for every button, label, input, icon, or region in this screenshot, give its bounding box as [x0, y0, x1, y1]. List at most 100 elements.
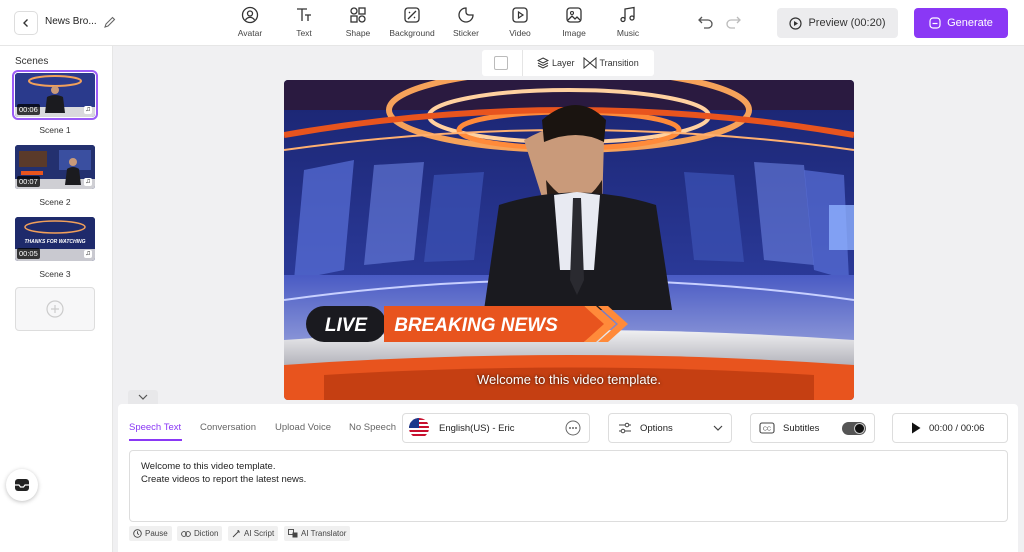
- diction-icon: [181, 530, 191, 537]
- scene-thumbnail-3[interactable]: THANKS FOR WATCHING 00:05 ♫: [15, 217, 95, 261]
- undo-icon[interactable]: [698, 15, 714, 29]
- toolbar-text[interactable]: Text: [276, 6, 332, 38]
- redo-icon[interactable]: [725, 15, 741, 29]
- playback-time: 00:00 / 00:06: [929, 422, 985, 434]
- top-bar: News Bro... Avatar Text Shape Background…: [0, 0, 1024, 46]
- diction-button[interactable]: Diction: [177, 526, 223, 541]
- voice-selector[interactable]: English(US) - Eric: [402, 413, 590, 443]
- scene-1-name: Scene 1: [39, 125, 71, 135]
- tab-conversation[interactable]: Conversation: [200, 422, 256, 433]
- toolbar-sticker-label: Sticker: [453, 28, 479, 38]
- chevron-down-icon: [713, 425, 723, 431]
- scene-3-thanks-text: THANKS FOR WATCHING: [24, 239, 85, 245]
- toolbar-avatar-label: Avatar: [237, 28, 263, 38]
- toolbar-image[interactable]: Image: [546, 6, 602, 38]
- toolbar-music[interactable]: Music: [600, 6, 656, 38]
- ai-script-label: AI Script: [244, 529, 275, 538]
- pause-button[interactable]: Pause: [129, 526, 172, 541]
- diction-label: Diction: [194, 529, 219, 538]
- plus-circle-icon: [46, 300, 64, 318]
- toolbar-music-label: Music: [616, 28, 640, 38]
- layers-icon: [537, 57, 549, 69]
- generate-button[interactable]: Generate: [914, 8, 1008, 38]
- preview-button[interactable]: Preview (00:20): [777, 8, 898, 38]
- scene-thumbnail-1[interactable]: 00:06 ♫: [12, 70, 98, 120]
- scene-2-name: Scene 2: [39, 197, 71, 207]
- sliders-icon: [619, 422, 631, 434]
- ai-translator-label: AI Translator: [301, 529, 347, 538]
- add-scene-button[interactable]: [15, 287, 95, 331]
- background-icon: [404, 7, 420, 23]
- text-icon: [297, 8, 311, 21]
- options-label: Options: [640, 422, 673, 434]
- pencil-icon[interactable]: [103, 15, 117, 29]
- more-options-icon[interactable]: [565, 420, 581, 436]
- voice-name: English(US) - Eric: [439, 422, 515, 434]
- toolbar-video[interactable]: Video: [492, 6, 548, 38]
- music-icon: [620, 6, 635, 23]
- scene-3-duration: 00:05: [17, 248, 40, 259]
- us-flag-icon: [409, 418, 429, 438]
- toolbar-image-label: Image: [562, 28, 586, 38]
- music-note-icon: ♫: [84, 178, 92, 186]
- toolbar-avatar[interactable]: Avatar: [222, 6, 278, 38]
- toolbar-sticker[interactable]: Sticker: [438, 6, 494, 38]
- inbox-button[interactable]: [6, 469, 38, 501]
- toolbar-background-label: Background: [389, 28, 435, 38]
- avatar-icon: [241, 6, 259, 24]
- ai-script-button[interactable]: AI Script: [228, 526, 279, 541]
- speech-text-input[interactable]: Welcome to this video template. Create v…: [129, 450, 1008, 522]
- video-stage[interactable]: LIVE BREAKING NEWS Welcome to this video…: [284, 80, 854, 400]
- playback-control[interactable]: 00:00 / 00:06: [892, 413, 1008, 443]
- clock-icon: [133, 529, 142, 538]
- options-dropdown[interactable]: Options: [608, 413, 732, 443]
- scene-thumbnail-2[interactable]: 00:07 ♫: [15, 145, 95, 189]
- transition-button[interactable]: Transition: [583, 57, 639, 69]
- ai-translator-button[interactable]: AI Translator: [284, 526, 351, 541]
- scene-1-duration: 00:06: [17, 104, 40, 115]
- scenes-title: Scenes: [15, 56, 49, 67]
- live-text: LIVE: [325, 315, 369, 336]
- subtitle-caption[interactable]: Welcome to this video template.: [284, 372, 854, 387]
- chevron-down-icon: [138, 394, 148, 400]
- tab-no-speech[interactable]: No Speech: [349, 422, 396, 433]
- magic-wand-icon: [232, 530, 240, 538]
- scene-3-name: Scene 3: [39, 269, 71, 279]
- music-note-icon: ♫: [84, 106, 92, 114]
- background-color-swatch[interactable]: [494, 56, 508, 70]
- music-note-icon: ♫: [84, 250, 92, 258]
- speech-line-1: Welcome to this video template.: [141, 461, 276, 472]
- tab-upload-voice[interactable]: Upload Voice: [275, 422, 331, 433]
- inbox-icon: [15, 479, 29, 491]
- collapse-panel-button[interactable]: [128, 390, 158, 404]
- toolbar-shape[interactable]: Shape: [330, 6, 386, 38]
- news-studio-scene: LIVE BREAKING NEWS: [284, 80, 854, 400]
- transition-icon: [583, 57, 597, 69]
- active-tab-indicator: [129, 439, 182, 441]
- toolbar-video-label: Video: [509, 28, 531, 38]
- generate-icon: [929, 17, 941, 29]
- project-name[interactable]: News Bro...: [45, 16, 97, 27]
- script-panel: Speech Text Conversation Upload Voice No…: [118, 404, 1018, 552]
- subtitles-control: CC Subtitles: [750, 413, 875, 443]
- chevron-left-icon: [23, 19, 28, 27]
- toolbar-text-label: Text: [296, 28, 312, 38]
- canvas-toolbar: Layer Transition: [482, 50, 654, 76]
- play-icon[interactable]: [911, 422, 921, 434]
- generate-label: Generate: [947, 17, 993, 29]
- speech-line-2: Create videos to report the latest news.: [141, 474, 307, 485]
- toolbar-shape-label: Shape: [345, 28, 371, 38]
- transition-label: Transition: [599, 58, 639, 68]
- play-circle-icon: [789, 16, 803, 30]
- toolbar-background[interactable]: Background: [384, 6, 440, 38]
- tab-speech-text[interactable]: Speech Text: [129, 422, 181, 433]
- video-icon: [512, 7, 528, 23]
- shape-icon: [350, 7, 366, 23]
- subtitles-toggle[interactable]: [842, 421, 866, 435]
- layer-label: Layer: [552, 58, 575, 68]
- layer-button[interactable]: Layer: [537, 57, 575, 69]
- subtitles-label: Subtitles: [783, 422, 820, 434]
- back-button[interactable]: [14, 11, 38, 35]
- image-icon: [566, 7, 582, 23]
- preview-label: Preview (00:20): [808, 17, 886, 29]
